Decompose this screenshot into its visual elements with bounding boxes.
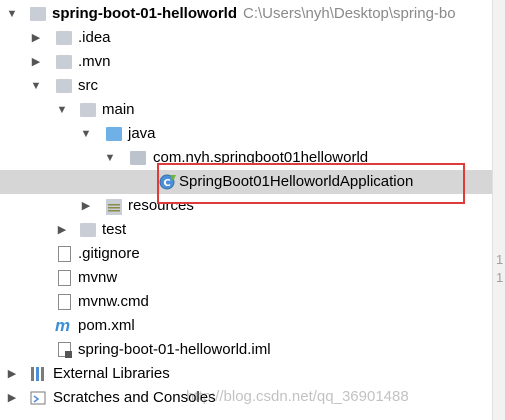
chevron-down-icon[interactable]: ▼ bbox=[30, 74, 42, 98]
tree-item-label: External Libraries bbox=[53, 365, 170, 382]
editor-gutter: 1 1 bbox=[492, 0, 505, 420]
project-path: C:\Users\nyh\Desktop\spring-bo bbox=[243, 5, 456, 22]
tree-item-label: Scratches and Consoles bbox=[53, 389, 216, 406]
folder-icon bbox=[56, 55, 72, 69]
folder-icon bbox=[30, 7, 46, 21]
tree-item-test[interactable]: ▶ test bbox=[0, 218, 492, 242]
tree-item-label: .gitignore bbox=[78, 245, 140, 262]
tree-item-label: test bbox=[102, 221, 127, 238]
project-name: spring-boot-01-helloworld bbox=[52, 5, 237, 22]
folder-icon bbox=[80, 223, 96, 237]
folder-icon bbox=[56, 31, 72, 45]
chevron-right-icon[interactable]: ▶ bbox=[56, 218, 68, 242]
tree-item-pom[interactable]: m pom.xml bbox=[0, 314, 492, 338]
folder-icon bbox=[56, 79, 72, 93]
tree-item-resources[interactable]: ▶ resources bbox=[0, 194, 492, 218]
tree-item-label: src bbox=[78, 77, 98, 94]
tree-item-gitignore[interactable]: .gitignore bbox=[0, 242, 492, 266]
tree-item-label: .mvn bbox=[78, 53, 111, 70]
chevron-right-icon[interactable]: ▶ bbox=[6, 386, 18, 410]
scratches-icon bbox=[30, 390, 48, 406]
chevron-down-icon[interactable]: ▼ bbox=[80, 122, 92, 146]
file-icon bbox=[58, 294, 71, 310]
chevron-right-icon[interactable]: ▶ bbox=[30, 50, 42, 74]
tree-item-label: com.nyh.springboot01helloworld bbox=[153, 149, 369, 166]
tree-item-label: main bbox=[102, 101, 135, 118]
libraries-icon bbox=[30, 366, 48, 382]
source-folder-icon bbox=[106, 127, 122, 141]
file-icon bbox=[58, 270, 71, 286]
tree-item-label: pom.xml bbox=[78, 317, 135, 334]
tree-item-src[interactable]: ▼ src bbox=[0, 74, 492, 98]
tree-item-project[interactable]: ▼ spring-boot-01-helloworld C:\Users\nyh\… bbox=[0, 2, 492, 26]
tree-item-label: SpringBoot01HelloworldApplication bbox=[179, 173, 414, 190]
tree-item-application-class[interactable]: C SpringBoot01HelloworldApplication bbox=[0, 170, 492, 194]
chevron-right-icon[interactable]: ▶ bbox=[6, 362, 18, 386]
tree-item-mvn[interactable]: ▶ .mvn bbox=[0, 50, 492, 74]
spring-class-icon: C bbox=[159, 173, 177, 191]
tree-item-mvnw-cmd[interactable]: mvnw.cmd bbox=[0, 290, 492, 314]
tree-item-package[interactable]: ▼ com.nyh.springboot01helloworld bbox=[0, 146, 492, 170]
tree-item-external-libraries[interactable]: ▶ External Libraries bbox=[0, 362, 492, 386]
resources-folder-icon bbox=[106, 199, 122, 215]
project-tree: ▼ spring-boot-01-helloworld C:\Users\nyh\… bbox=[0, 0, 492, 420]
tree-item-label: mvnw.cmd bbox=[78, 293, 149, 310]
line-number: 1 bbox=[496, 252, 504, 267]
tree-item-scratches[interactable]: ▶ Scratches and Consoles bbox=[0, 386, 492, 410]
tree-item-label: resources bbox=[128, 197, 194, 214]
chevron-down-icon[interactable]: ▼ bbox=[104, 146, 116, 170]
folder-icon bbox=[80, 103, 96, 117]
tree-item-label: spring-boot-01-helloworld.iml bbox=[78, 341, 271, 358]
line-number: 1 bbox=[496, 270, 504, 285]
chevron-down-icon[interactable]: ▼ bbox=[56, 98, 68, 122]
package-icon bbox=[130, 151, 146, 165]
maven-icon: m bbox=[55, 316, 71, 335]
tree-item-label: mvnw bbox=[78, 269, 118, 286]
tree-item-label: .idea bbox=[78, 29, 111, 46]
tree-item-mvnw[interactable]: mvnw bbox=[0, 266, 492, 290]
chevron-right-icon[interactable]: ▶ bbox=[80, 194, 92, 218]
chevron-right-icon[interactable]: ▶ bbox=[30, 26, 42, 50]
module-file-icon bbox=[58, 342, 72, 358]
svg-text:C: C bbox=[163, 178, 170, 189]
tree-item-main[interactable]: ▼ main bbox=[0, 98, 492, 122]
tree-item-label: java bbox=[128, 125, 156, 142]
tree-item-iml[interactable]: spring-boot-01-helloworld.iml bbox=[0, 338, 492, 362]
chevron-down-icon[interactable]: ▼ bbox=[6, 2, 18, 26]
tree-item-java[interactable]: ▼ java bbox=[0, 122, 492, 146]
tree-item-idea[interactable]: ▶ .idea bbox=[0, 26, 492, 50]
file-icon bbox=[58, 246, 71, 262]
